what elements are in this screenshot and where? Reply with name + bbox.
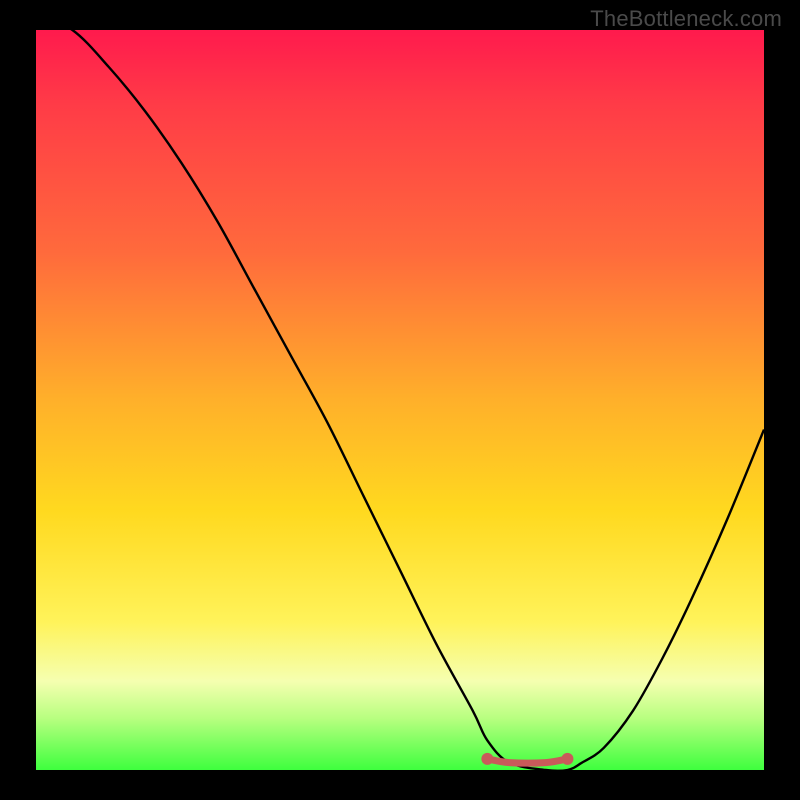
bottleneck-curve-svg <box>36 30 764 770</box>
bottleneck-curve-path <box>36 15 764 771</box>
flat-min-segment-path <box>487 759 567 763</box>
chart-frame: TheBottleneck.com <box>0 0 800 800</box>
flat-min-end-point <box>561 753 573 765</box>
watermark-text: TheBottleneck.com <box>590 6 782 32</box>
flat-min-start-point <box>481 753 493 765</box>
gradient-plot-area <box>36 30 764 770</box>
